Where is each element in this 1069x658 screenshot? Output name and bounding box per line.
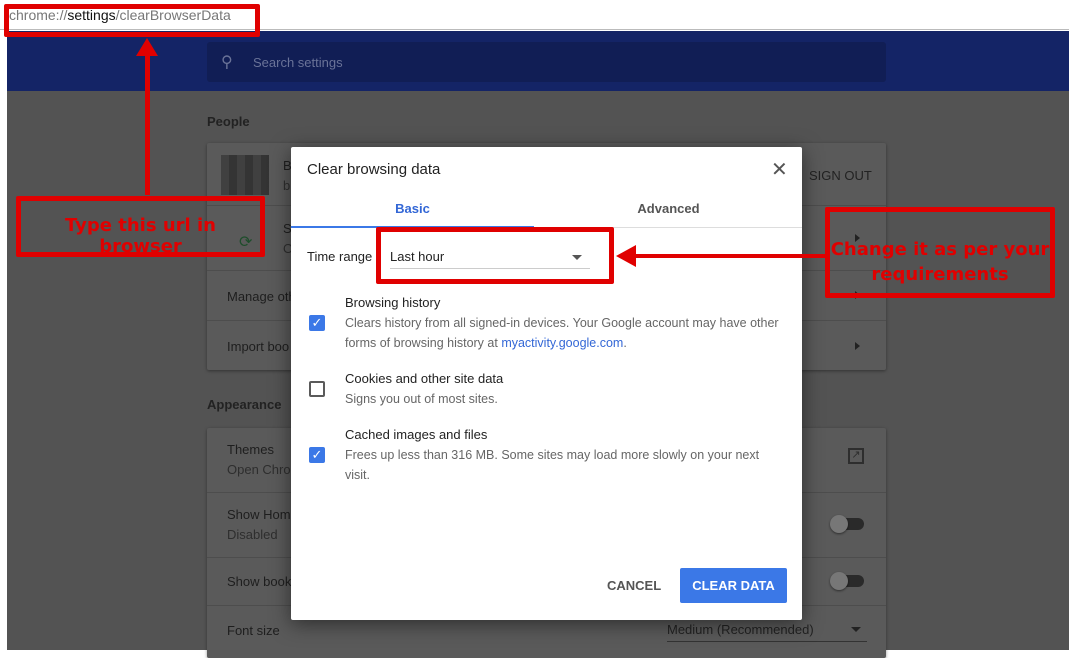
people-heading: People [207,114,250,129]
chevron-right-icon [855,342,860,350]
browsing-history-desc: Clears history from all signed-in device… [345,316,779,350]
tab-basic[interactable]: Basic [291,201,534,216]
search-settings-input[interactable]: ⚲ Search settings [207,42,886,82]
themes-subtitle: Open Chro [227,462,291,477]
cookies-desc: Signs you out of most sites. [345,392,498,406]
sign-out-button[interactable]: SIGN OUT [809,168,872,183]
url-note-text: Type this url in browser [65,215,216,257]
cookies-checkbox[interactable] [309,381,325,397]
annotation-arrow-shaft [630,254,828,258]
tab-advanced[interactable]: Advanced [547,201,790,216]
font-size-value: Medium (Recommended) [667,622,814,637]
range-note-text: Change it as per your requirements [830,239,1050,285]
search-placeholder: Search settings [253,55,343,70]
cached-images-checkbox[interactable]: ✓ [309,447,325,463]
cached-images-label: Cached images and files [345,427,488,442]
clear-browsing-data-dialog: Clear browsing data ✕ Basic Advanced Tim… [291,147,802,620]
appearance-heading: Appearance [207,397,282,412]
dropdown-arrow-icon [851,627,861,632]
dialog-title: Clear browsing data [307,161,441,178]
url-note-box: Type this url in browser [16,196,265,257]
import-label: Import boo [227,339,290,354]
cached-images-desc: Frees up less than 316 MB. Some sites ma… [345,448,760,482]
manage-people-label: Manage oth [227,289,296,304]
range-note-box: Change it as per your requirements [825,207,1055,298]
avatar [221,155,269,195]
show-home-subtitle: Disabled [227,527,278,542]
url-highlight-box [4,4,260,37]
open-external-icon[interactable]: ↗ [848,448,864,464]
show-bookmarks-label: Show book [227,574,292,589]
time-range-label: Time range [307,249,373,264]
themes-label: Themes [227,442,274,457]
time-range-highlight-box [376,227,614,284]
cookies-label: Cookies and other site data [345,371,504,386]
browsing-history-checkbox[interactable]: ✓ [309,315,325,331]
annotation-arrow-shaft [145,50,150,195]
arrow-up-icon [136,38,158,56]
close-icon[interactable]: ✕ [771,157,788,182]
font-size-label: Font size [227,623,280,638]
browsing-history-label: Browsing history [345,295,441,310]
show-bookmarks-toggle[interactable] [830,572,864,590]
myactivity-link[interactable]: myactivity.google.com [501,336,623,350]
show-home-toggle[interactable] [830,515,864,533]
clear-data-button[interactable]: CLEAR DATA [680,568,787,603]
show-home-label: Show Hom [227,507,291,522]
arrow-left-icon [616,245,636,267]
cancel-button[interactable]: CANCEL [607,578,661,593]
search-icon: ⚲ [221,54,233,71]
profile-email: b [283,178,291,193]
